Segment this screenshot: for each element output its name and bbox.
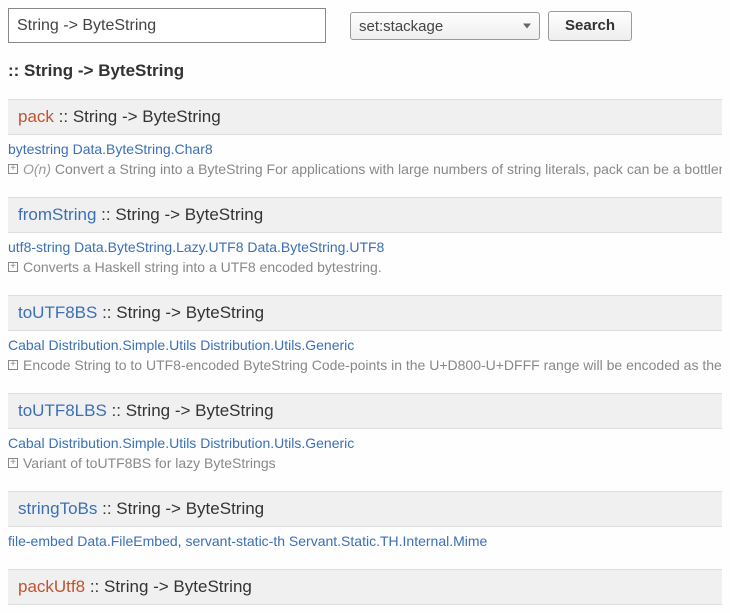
result-item: stringToBs :: String -> ByteStringfile-e… <box>8 491 722 549</box>
result-item: toUTF8BS :: String -> ByteStringCabal Di… <box>8 295 722 373</box>
module-link[interactable]: Data.FileEmbed <box>77 533 177 549</box>
description-line: + Variant of toUTF8BS for lazy ByteString… <box>8 455 722 471</box>
description-text: Variant of toUTF8BS for lazy ByteStrings <box>23 455 722 471</box>
type-signature: :: String -> ByteString <box>96 205 263 224</box>
function-name[interactable]: pack <box>18 107 54 126</box>
source-line: Cabal Distribution.Simple.Utils Distribu… <box>8 435 722 451</box>
results-list: pack :: String -> ByteStringbytestring D… <box>8 99 722 605</box>
module-link[interactable]: Servant.Static.TH.Internal.Mime <box>289 533 487 549</box>
description-line: + O(n) Convert a String into a ByteString… <box>8 161 722 177</box>
result-item: toUTF8LBS :: String -> ByteStringCabal D… <box>8 393 722 471</box>
description-text: Converts a Haskell string into a UTF8 en… <box>23 259 722 275</box>
description-line: + Encode String to to UTF8-encoded ByteSt… <box>8 357 722 373</box>
signature-bar: toUTF8LBS :: String -> ByteString <box>8 393 722 429</box>
source-line: bytestring Data.ByteString.Char8 <box>8 141 722 157</box>
package-link[interactable]: bytestring <box>8 141 69 157</box>
type-signature: :: String -> ByteString <box>107 401 274 420</box>
search-button[interactable]: Search <box>548 11 632 41</box>
description-text: Encode String to to UTF8-encoded ByteStr… <box>23 357 722 373</box>
type-signature: :: String -> ByteString <box>97 499 264 518</box>
search-bar: set:stackage Search <box>8 8 722 43</box>
signature-bar: stringToBs :: String -> ByteString <box>8 491 722 527</box>
type-signature: :: String -> ByteString <box>97 303 264 322</box>
package-link[interactable]: Cabal <box>8 337 45 353</box>
function-name[interactable]: stringToBs <box>18 499 97 518</box>
query-heading: :: String -> ByteString <box>8 61 722 81</box>
package-link[interactable]: file-embed <box>8 533 73 549</box>
scope-select[interactable]: set:stackage <box>350 12 540 40</box>
expand-icon[interactable]: + <box>8 262 18 272</box>
package-link[interactable]: Cabal <box>8 435 45 451</box>
description-text: O(n) Convert a String into a ByteString … <box>23 161 722 177</box>
module-link[interactable]: Data.ByteString.Char8 <box>73 141 213 157</box>
package-link[interactable]: servant-static-th <box>185 533 285 549</box>
signature-bar: fromString :: String -> ByteString <box>8 197 722 233</box>
result-item: fromString :: String -> ByteStringutf8-s… <box>8 197 722 275</box>
module-link[interactable]: Distribution.Utils.Generic <box>200 337 354 353</box>
source-line: Cabal Distribution.Simple.Utils Distribu… <box>8 337 722 353</box>
package-link[interactable]: utf8-string <box>8 239 70 255</box>
source-line: file-embed Data.FileEmbed, servant-stati… <box>8 533 722 549</box>
search-input[interactable] <box>8 8 326 43</box>
scope-select-value: set:stackage <box>359 18 443 35</box>
function-name[interactable]: fromString <box>18 205 96 224</box>
type-signature: :: String -> ByteString <box>85 577 252 596</box>
source-line: utf8-string Data.ByteString.Lazy.UTF8 Da… <box>8 239 722 255</box>
expand-icon[interactable]: + <box>8 164 18 174</box>
expand-icon[interactable]: + <box>8 458 18 468</box>
module-link[interactable]: Distribution.Utils.Generic <box>200 435 354 451</box>
function-name[interactable]: toUTF8BS <box>18 303 97 322</box>
function-name[interactable]: packUtf8 <box>18 577 85 596</box>
signature-bar: pack :: String -> ByteString <box>8 99 722 135</box>
result-item: pack :: String -> ByteStringbytestring D… <box>8 99 722 177</box>
module-link[interactable]: Data.ByteString.Lazy.UTF8 <box>74 239 243 255</box>
result-item: packUtf8 :: String -> ByteString <box>8 569 722 605</box>
signature-bar: packUtf8 :: String -> ByteString <box>8 569 722 605</box>
module-link[interactable]: Distribution.Simple.Utils <box>48 337 196 353</box>
module-link[interactable]: Data.ByteString.UTF8 <box>247 239 384 255</box>
expand-icon[interactable]: + <box>8 360 18 370</box>
function-name[interactable]: toUTF8LBS <box>18 401 107 420</box>
signature-bar: toUTF8BS :: String -> ByteString <box>8 295 722 331</box>
description-line: + Converts a Haskell string into a UTF8 e… <box>8 259 722 275</box>
type-signature: :: String -> ByteString <box>54 107 221 126</box>
module-link[interactable]: Distribution.Simple.Utils <box>48 435 196 451</box>
